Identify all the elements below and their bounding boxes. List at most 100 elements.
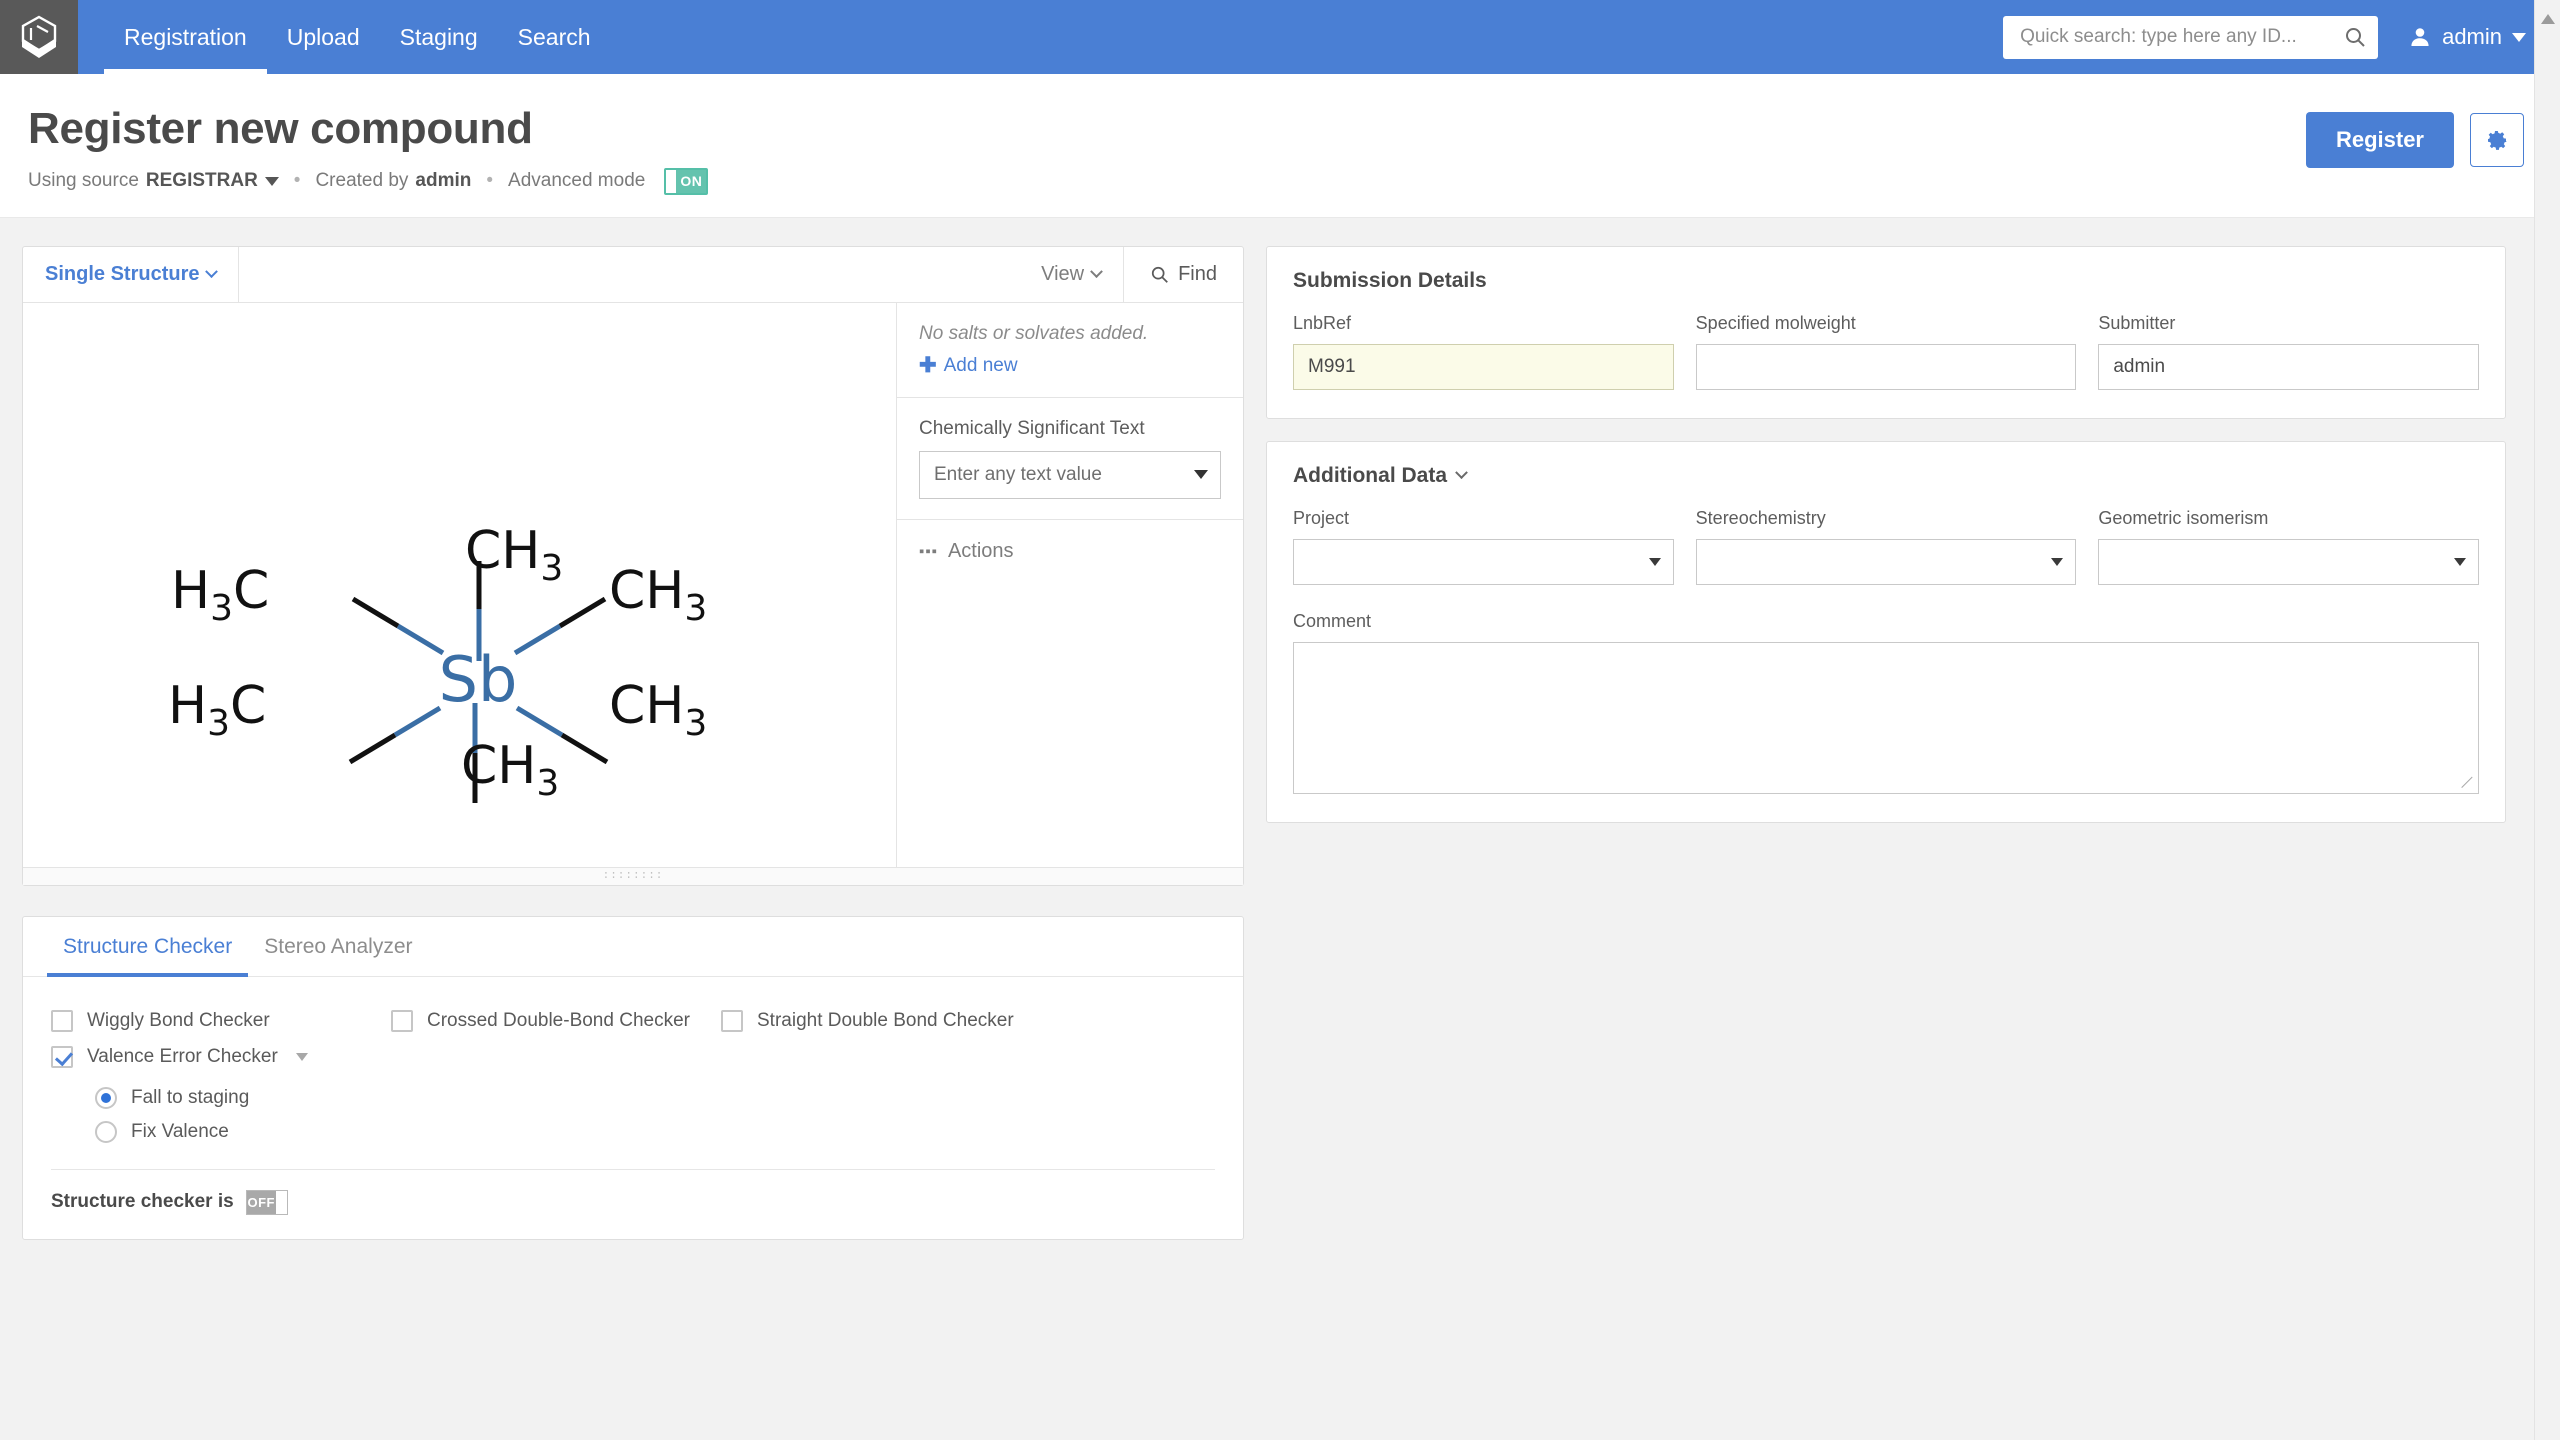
atom-label-h3c: H3C [171,561,269,629]
field-label: Geometric isomerism [2098,507,2269,528]
field-project: Project [1293,508,1674,585]
settings-button[interactable] [2470,113,2524,167]
actions-label: Actions [947,539,1014,562]
checkbox-label: Crossed Double-Bond Checker [427,1009,690,1031]
structure-mode-label: Single Structure [45,262,200,285]
nav-items: Registration Upload Staging Search [104,0,611,74]
add-salt-button[interactable]: ✚ Add new [919,355,1221,377]
find-button[interactable]: Find [1123,246,1243,302]
comment-label: Comment [1293,610,1372,631]
user-menu[interactable]: admin [2408,24,2526,50]
created-by-value: admin [415,170,472,192]
tab-stereo-analyzer[interactable]: Stereo Analyzer [248,917,428,977]
tab-label: Stereo Analyzer [264,934,413,958]
nav-item-registration[interactable]: Registration [104,0,267,74]
separator-dot: • [486,170,494,192]
checkbox-crossed-double-bond-checker[interactable]: Crossed Double-Bond Checker [391,1003,721,1039]
atom-label-h3c: H3C [168,676,266,744]
field-label: Project [1293,507,1350,528]
quick-search-input[interactable]: Quick search: type here any ID... [2020,26,2344,48]
using-source-label: Using source [28,170,139,192]
search-icon [1151,266,1168,283]
gear-icon [2488,131,2507,150]
stereochemistry-select[interactable] [1695,538,2077,585]
chevron-down-icon [1648,557,1661,566]
structure-mode-selector[interactable]: Single Structure [23,246,240,302]
checkbox-box[interactable] [721,1009,743,1032]
tab-structure-checker[interactable]: Structure Checker [47,917,249,977]
nav-item-upload[interactable]: Upload [267,0,380,74]
submitter-input[interactable]: admin [2098,343,2480,390]
chevron-down-icon[interactable] [295,1052,308,1061]
actions-menu[interactable]: ▪▪▪ Actions [897,520,1243,583]
radio-fix-valence[interactable]: Fix Valence [95,1115,1215,1149]
separator-dot: • [293,170,301,192]
field-specified-molweight: Specified molweight [1695,313,2077,390]
field-label: Stereochemistry [1695,507,1826,528]
checker-cell: Crossed Double-Bond Checker [391,1003,721,1039]
ellipsis-icon: ▪▪▪ [919,542,938,560]
checker-footer: Structure checker is OFF [51,1170,1215,1239]
checker-state-value: OFF [246,1190,276,1214]
chem-significant-text-section: Chemically Significant Text Enter any te… [897,398,1243,520]
navbar-right: Quick search: type here any ID... admin [2003,0,2560,74]
view-menu-label: View [1041,262,1085,285]
structure-checker-toggle[interactable]: OFF [245,1189,288,1215]
checkbox-box[interactable] [51,1009,73,1032]
cst-label: Chemically Significant Text [919,417,1145,439]
geometric-isomerism-select[interactable] [2098,538,2480,585]
project-select[interactable] [1293,538,1674,585]
register-button[interactable]: Register [2305,112,2454,168]
nav-item-staging[interactable]: Staging [380,0,498,74]
advanced-mode-state: ON [676,169,707,193]
advanced-mode-toggle[interactable]: ON [664,167,709,195]
checker-tabs: Structure Checker Stereo Analyzer [23,917,1243,977]
field-geometric-isomerism: Geometric isomerism [2098,507,2480,585]
field-submitter: Submitter admin [2098,312,2480,390]
editor-resize-handle[interactable]: :::::::: [23,866,1243,885]
checkbox-wiggly-bond-checker[interactable]: Wiggly Bond Checker [51,1003,391,1039]
chevron-down-icon [205,264,219,278]
submission-fields-row: LnbRef M991 Specified molweight Submitte… [1293,312,2480,390]
checkbox-straight-double-bond-checker[interactable]: Straight Double Bond Checker [721,1003,1014,1039]
cst-input[interactable]: Enter any text value [919,450,1221,499]
toggle-knob [275,1190,287,1214]
add-salt-label: Add new [943,354,1018,376]
field-lnbref: LnbRef M991 [1293,313,1674,390]
radio-button[interactable] [95,1086,117,1109]
editor-toolbar: Single Structure View Find [23,246,1243,303]
checkbox-box[interactable] [51,1045,73,1068]
nav-item-search[interactable]: Search [498,0,611,74]
chevron-down-icon[interactable] [1455,466,1468,480]
lnbref-value: M991 [1308,355,1356,377]
field-label: LnbRef [1293,312,1352,333]
structure-canvas[interactable]: Sb CH3 CH3 CH3 CH3 H3C H3C [23,302,897,867]
quick-search-box[interactable]: Quick search: type here any ID... [2003,15,2379,59]
user-avatar-icon [2411,28,2429,46]
tab-label: Structure Checker [63,934,233,958]
field-label: Submitter [2098,312,2176,333]
app-logo[interactable] [0,0,78,74]
radio-button[interactable] [95,1120,117,1143]
structure-editor-card: Single Structure View Find Sb CH3 CH3 CH… [22,245,1244,886]
main-content: Single Structure View Find Sb CH3 CH3 CH… [0,218,2560,1240]
source-chevron-down-icon[interactable] [264,176,279,186]
checker-state-label: Structure checker is [51,1191,234,1213]
additional-data-title[interactable]: Additional Data [1293,464,2479,488]
triangle-up-icon[interactable] [2541,14,2555,24]
atom-label-ch3: CH3 [461,736,559,804]
lnbref-input[interactable]: M991 [1293,343,1674,390]
salts-section: No salts or solvates added. ✚ Add new [897,303,1243,398]
additional-data-title-label: Additional Data [1293,463,1448,487]
source-selector[interactable]: REGISTRAR [146,170,258,192]
comment-textarea[interactable] [1293,641,2479,794]
view-menu[interactable]: View [1019,247,1123,302]
page-scrollbar[interactable] [2534,0,2560,1440]
checkbox-valence-error-checker[interactable]: Valence Error Checker [51,1039,308,1075]
checkbox-label: Wiggly Bond Checker [87,1009,270,1031]
plus-icon: ✚ [919,354,937,378]
specified-molweight-input[interactable] [1695,343,2077,390]
radio-fall-to-staging[interactable]: Fall to staging [95,1081,1215,1115]
checkbox-box[interactable] [391,1009,413,1032]
